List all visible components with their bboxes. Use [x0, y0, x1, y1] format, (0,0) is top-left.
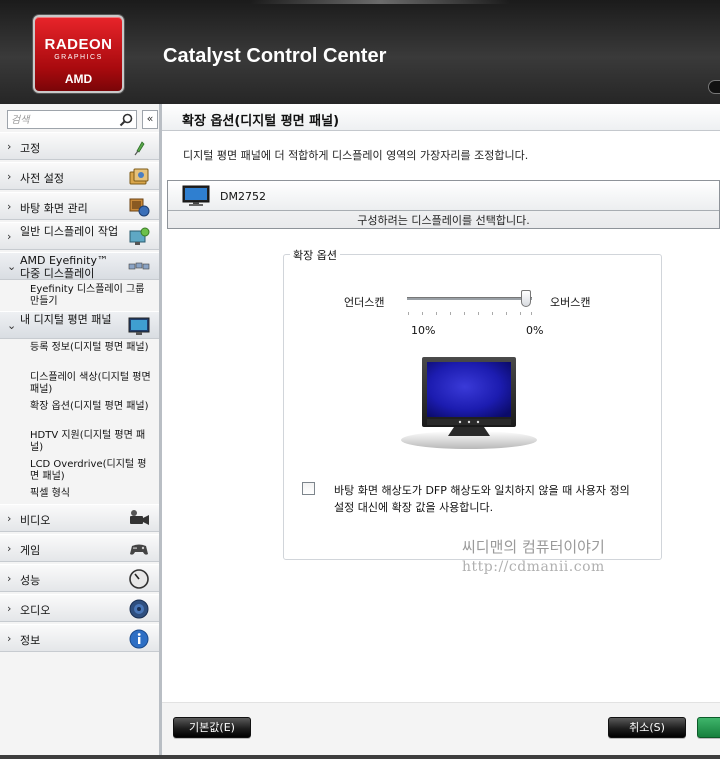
display-selector[interactable]: DM2752 구성하려는 디스플레이를 선택합니다. — [167, 180, 720, 229]
group-title: 확장 옵션 — [290, 247, 340, 263]
logo-text-radeon: RADEON — [44, 36, 113, 53]
slider-tick — [520, 312, 521, 315]
page-description: 디지털 평면 패널에 더 적합하게 디스플레이 영역의 가장자리를 조정합니다. — [183, 149, 529, 162]
chevron-right-icon: › — [7, 140, 12, 153]
sidebar-item-eyefinity[interactable]: ⌄ AMD Eyefinity™ 다중 디스플레이 — [0, 252, 159, 280]
sidebar-item-label: 오디오 — [20, 604, 51, 617]
display-name: DM2752 — [220, 190, 266, 203]
gauge-icon — [129, 569, 149, 589]
sidebar-subitem-scaling-options[interactable]: 확장 옵션(디지털 평면 패널) — [30, 401, 155, 413]
overscan-label: 오버스캔 — [550, 296, 591, 309]
sidebar-item-audio[interactable]: › 오디오 — [0, 594, 159, 622]
search-box[interactable] — [7, 110, 137, 129]
chevron-right-icon: › — [7, 170, 12, 183]
video-camera-icon — [130, 510, 149, 525]
search-input[interactable] — [11, 113, 116, 127]
display-tasks-icon — [129, 227, 150, 245]
app-header: RADEON GRAPHICS AMD Catalyst Control Cen… — [0, 0, 720, 104]
slider-tick — [531, 312, 532, 315]
slider-min-label: 10% — [411, 324, 436, 337]
display-selector-item[interactable]: DM2752 — [168, 181, 719, 211]
page-title: 확장 옵션(디지털 평면 패널) — [182, 114, 340, 129]
chevron-down-icon: ⌄ — [7, 260, 17, 273]
logo-text-amd: AMD — [64, 72, 93, 86]
slider-tick — [478, 312, 479, 315]
sidebar-subitem-properties[interactable]: 등록 정보(디지털 평면 패널) — [30, 342, 155, 354]
radeon-logo: RADEON GRAPHICS AMD — [33, 15, 124, 93]
search-icon[interactable] — [119, 113, 134, 127]
presets-icon — [129, 168, 149, 185]
sidebar-item-label: 성능 — [20, 574, 41, 587]
flat-panel-icon — [128, 317, 150, 335]
page-title-bar: 확장 옵션(디지털 평면 패널) — [162, 104, 720, 131]
main-panel: 확장 옵션(디지털 평면 패널) 디지털 평면 패널에 더 적합하게 디스플레이… — [162, 104, 720, 759]
info-icon — [129, 629, 149, 649]
speaker-icon — [129, 599, 149, 619]
monitor-icon — [182, 185, 210, 206]
slider-tick — [408, 312, 409, 315]
sidebar-item-label: AMD Eyefinity™ 다중 디스플레이 — [20, 254, 108, 280]
slider-tick — [492, 312, 493, 315]
sidebar-subitem-display-color[interactable]: 디스플레이 색상(디지털 평면 패널) — [30, 372, 155, 396]
scaling-slider-track[interactable] — [407, 297, 532, 300]
logo-text-graphics: GRAPHICS — [54, 54, 103, 61]
chevron-right-icon: › — [7, 572, 12, 585]
slider-tick — [436, 312, 437, 315]
sidebar-item-label: 고정 — [20, 142, 41, 155]
slider-tick — [464, 312, 465, 315]
sidebar-item-label: 게임 — [20, 544, 41, 557]
sidebar-item-gaming[interactable]: › 게임 — [0, 534, 159, 562]
sidebar-subitem-eyefinity-group[interactable]: Eyefinity 디스플레이 그룹 만들기 — [30, 284, 155, 308]
sidebar-item-performance[interactable]: › 성능 — [0, 564, 159, 592]
cancel-button[interactable]: 취소(S) — [608, 717, 686, 738]
chevron-right-icon: › — [7, 602, 12, 615]
display-selector-hint: 구성하려는 디스플레이를 선택합니다. — [357, 214, 530, 227]
sidebar-item-video[interactable]: › 비디오 — [0, 504, 159, 532]
sidebar-item-display-tasks[interactable]: › 일반 디스플레이 작업 — [0, 222, 159, 250]
collapse-sidebar-button[interactable]: « — [142, 110, 158, 129]
header-menu-button[interactable] — [708, 80, 720, 94]
sidebar-item-flat-panel[interactable]: ⌄ 내 디지털 평면 패널 — [0, 311, 159, 339]
sidebar-item-presets[interactable]: › 사전 설정 — [0, 162, 159, 190]
chevron-right-icon: › — [7, 542, 12, 555]
pin-icon — [134, 141, 145, 156]
sidebar-item-label: 일반 디스플레이 작업 — [20, 225, 119, 238]
slider-tick — [422, 312, 423, 315]
app-title: Catalyst Control Center — [163, 45, 387, 67]
use-scaling-checkbox-label: 바탕 화면 해상도가 DFP 해상도와 일치하지 않을 때 사용자 정의 설정 … — [334, 484, 630, 514]
default-button[interactable]: 기본값(E) — [173, 717, 251, 738]
apply-button[interactable] — [697, 717, 720, 738]
use-scaling-checkbox[interactable] — [302, 482, 315, 495]
eyefinity-icon — [128, 262, 150, 270]
sidebar-subitem-pixel-format[interactable]: 픽셀 형식 — [30, 488, 155, 500]
desktop-management-icon — [129, 198, 150, 217]
chevron-right-icon: › — [7, 200, 12, 213]
sidebar-item-desktop-management[interactable]: › 바탕 화면 관리 — [0, 192, 159, 220]
watermark-url: http://cdmanii.com — [462, 559, 605, 575]
watermark-title: 씨디맨의 컴퓨터이야기 — [462, 538, 605, 556]
sidebar-subitem-lcd-overdrive[interactable]: LCD Overdrive(디지털 평면 패널) — [30, 459, 155, 483]
sidebar-item-pinned[interactable]: › 고정 — [0, 132, 159, 160]
chevron-right-icon: › — [7, 230, 12, 243]
monitor-preview-image — [401, 357, 537, 449]
sidebar-item-label: 비디오 — [20, 514, 51, 527]
sidebar: « › 고정 › 사전 설정 › 바탕 화면 관리 › 일반 디스플레이 작업 — [0, 104, 162, 759]
sidebar-item-label: 내 디지털 평면 패널 — [20, 313, 112, 326]
sidebar-item-label: 사전 설정 — [20, 172, 64, 185]
scaling-slider-thumb[interactable] — [521, 290, 531, 307]
gamepad-icon — [130, 544, 148, 555]
sidebar-item-label: 정보 — [20, 634, 41, 647]
sidebar-item-information[interactable]: › 정보 — [0, 624, 159, 652]
slider-tick — [450, 312, 451, 315]
chevron-down-icon: ⌄ — [7, 319, 17, 332]
underscan-label: 언더스캔 — [344, 296, 385, 309]
window-bottom-border — [0, 755, 720, 759]
sidebar-subitem-hdtv-support[interactable]: HDTV 지원(디지털 평면 패널) — [30, 430, 155, 454]
chevron-right-icon: › — [7, 512, 12, 525]
slider-max-label: 0% — [526, 324, 544, 337]
chevron-right-icon: › — [7, 632, 12, 645]
bottom-button-bar: 기본값(E) 취소(S) — [162, 702, 720, 759]
slider-tick — [506, 312, 507, 315]
sidebar-item-label: 바탕 화면 관리 — [20, 202, 88, 215]
